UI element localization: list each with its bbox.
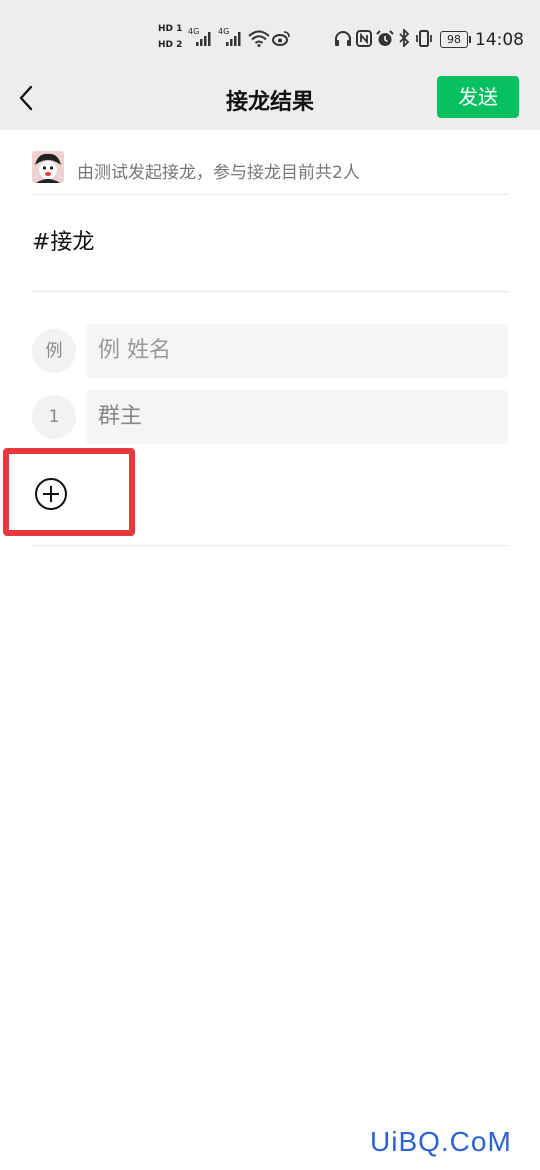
sim1-label: HD 1 (158, 24, 183, 34)
watermark: UiBQ.CoM (370, 1126, 512, 1157)
alarm-icon (376, 30, 394, 46)
highlight-box (3, 448, 135, 536)
initiator-text: 由测试发起接龙，参与接龙目前共2人 (77, 163, 360, 183)
vibrate-icon (416, 30, 432, 47)
avatar[interactable] (32, 151, 64, 183)
divider-bottom (32, 545, 508, 546)
weibo-icon (272, 31, 290, 46)
sim2-label: HD 2 (158, 40, 183, 50)
signal-icon (196, 32, 211, 46)
divider (32, 291, 508, 292)
entry-badge-example: 例 (32, 329, 76, 373)
send-button[interactable]: 发送 (437, 76, 519, 118)
navigation-bar: 接龙结果 发送 (0, 70, 540, 128)
entry-badge-1: 1 (32, 395, 76, 439)
avatar-image-icon (32, 151, 64, 183)
battery-icon: 98 (440, 31, 471, 48)
nfc-icon (356, 30, 372, 47)
headphones-icon (335, 31, 351, 46)
signal-icon-2 (226, 32, 241, 46)
initiator-info: 由测试发起接龙，参与接龙目前共2人 (32, 150, 508, 195)
topic-text[interactable]: #接龙 (32, 224, 94, 256)
bluetooth-icon (399, 29, 410, 47)
wifi-icon (248, 30, 270, 47)
status-bar: HD 1 HD 2 4G 4G 98 14:08 (0, 0, 540, 70)
clock: 14:08 (475, 30, 524, 50)
example-name-field[interactable]: 例 姓名 (86, 324, 508, 378)
entry-field-1[interactable]: 群主 (86, 390, 508, 444)
